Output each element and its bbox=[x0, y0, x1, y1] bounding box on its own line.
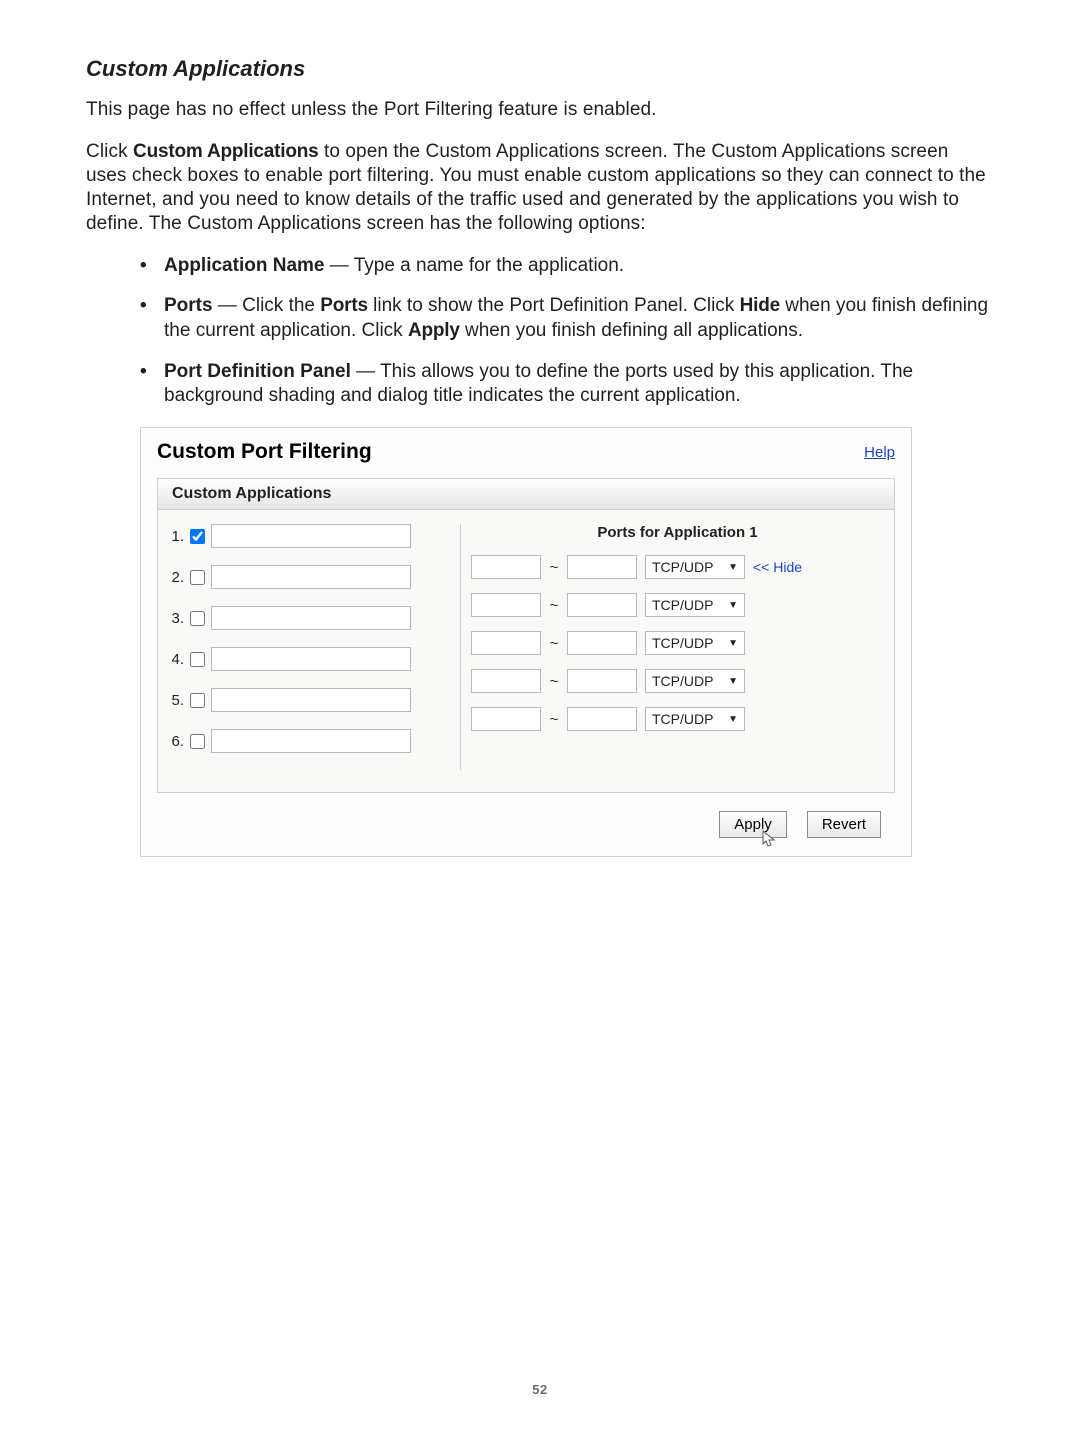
app-checkbox-5[interactable] bbox=[190, 693, 205, 708]
app-num: 1. bbox=[168, 528, 184, 545]
protocol-select-3[interactable]: TCP/UDP ▼ bbox=[645, 631, 745, 655]
intro-paragraph: This page has no effect unless the Port … bbox=[86, 98, 994, 122]
proto-label: TCP/UDP bbox=[652, 597, 713, 613]
help-link[interactable]: Help bbox=[864, 444, 895, 461]
proto-label: TCP/UDP bbox=[652, 559, 713, 575]
b1b: link to show the Port Definition Panel. … bbox=[368, 295, 740, 316]
port-start-1[interactable] bbox=[471, 555, 541, 579]
bullet-bold: Port Definition Panel bbox=[164, 361, 351, 382]
inline-apply: Apply bbox=[408, 320, 460, 341]
protocol-select-1[interactable]: TCP/UDP ▼ bbox=[645, 555, 745, 579]
proto-label: TCP/UDP bbox=[652, 673, 713, 689]
proto-label: TCP/UDP bbox=[652, 711, 713, 727]
panel-header: Custom Port Filtering Help bbox=[157, 440, 895, 464]
chevron-down-icon: ▼ bbox=[728, 638, 738, 649]
panel-title: Custom Port Filtering bbox=[157, 440, 372, 464]
tilde: ~ bbox=[549, 635, 559, 652]
app-row-6: 6. bbox=[168, 729, 448, 753]
app-num: 6. bbox=[168, 733, 184, 750]
app-num: 4. bbox=[168, 651, 184, 668]
app-checkbox-3[interactable] bbox=[190, 611, 205, 626]
protocol-select-4[interactable]: TCP/UDP ▼ bbox=[645, 669, 745, 693]
revert-button[interactable]: Revert bbox=[807, 811, 881, 838]
ports-column: Ports for Application 1 ~ TCP/UDP ▼ << Hi… bbox=[460, 524, 884, 770]
protocol-select-2[interactable]: TCP/UDP ▼ bbox=[645, 593, 745, 617]
bullet-bold: Ports bbox=[164, 295, 213, 316]
bullet-ports: Ports — Click the Ports link to show the… bbox=[140, 294, 994, 343]
app-row-4: 4. bbox=[168, 647, 448, 671]
ports-title: Ports for Application 1 bbox=[471, 524, 884, 541]
apply-button[interactable]: Apply bbox=[719, 811, 787, 838]
chevron-down-icon: ▼ bbox=[728, 600, 738, 611]
p2-bold: Custom Applications bbox=[133, 141, 319, 162]
chevron-down-icon: ▼ bbox=[728, 676, 738, 687]
app-row-3: 3. bbox=[168, 606, 448, 630]
port-start-4[interactable] bbox=[471, 669, 541, 693]
tilde: ~ bbox=[549, 597, 559, 614]
chevron-down-icon: ▼ bbox=[728, 562, 738, 573]
tilde: ~ bbox=[549, 673, 559, 690]
description-paragraph: Click Custom Applications to open the Cu… bbox=[86, 140, 994, 236]
port-row-5: ~ TCP/UDP ▼ bbox=[471, 707, 884, 731]
bullet-rest: — Type a name for the application. bbox=[324, 255, 624, 276]
cursor-icon bbox=[762, 830, 778, 850]
port-start-3[interactable] bbox=[471, 631, 541, 655]
app-checkbox-6[interactable] bbox=[190, 734, 205, 749]
app-num: 3. bbox=[168, 610, 184, 627]
app-name-input-4[interactable] bbox=[211, 647, 411, 671]
port-end-2[interactable] bbox=[567, 593, 637, 617]
protocol-select-5[interactable]: TCP/UDP ▼ bbox=[645, 707, 745, 731]
screenshot-panel: Custom Port Filtering Help Custom Applic… bbox=[140, 427, 912, 857]
page-number: 52 bbox=[0, 1382, 1080, 1397]
app-checkbox-2[interactable] bbox=[190, 570, 205, 585]
bullet-app-name: Application Name — Type a name for the a… bbox=[140, 254, 994, 279]
port-start-5[interactable] bbox=[471, 707, 541, 731]
app-row-2: 2. bbox=[168, 565, 448, 589]
app-name-input-1[interactable] bbox=[211, 524, 411, 548]
port-end-5[interactable] bbox=[567, 707, 637, 731]
hide-link[interactable]: << Hide bbox=[753, 559, 802, 575]
app-row-1: 1. bbox=[168, 524, 448, 548]
action-row: Apply Revert bbox=[157, 811, 895, 838]
inline-ports: Ports bbox=[320, 295, 368, 316]
inline-hide: Hide bbox=[740, 295, 780, 316]
p2-a: Click bbox=[86, 141, 133, 162]
section-heading: Custom Applications bbox=[86, 56, 994, 82]
b1d: when you finish defining all application… bbox=[460, 320, 803, 341]
port-row-4: ~ TCP/UDP ▼ bbox=[471, 669, 884, 693]
port-end-3[interactable] bbox=[567, 631, 637, 655]
app-num: 5. bbox=[168, 692, 184, 709]
proto-label: TCP/UDP bbox=[652, 635, 713, 651]
tilde: ~ bbox=[549, 711, 559, 728]
port-row-1: ~ TCP/UDP ▼ << Hide bbox=[471, 555, 884, 579]
apps-column: 1. 2. 3. 4. bbox=[168, 524, 448, 770]
bullet-port-def-panel: Port Definition Panel — This allows you … bbox=[140, 360, 994, 409]
port-end-4[interactable] bbox=[567, 669, 637, 693]
tilde: ~ bbox=[549, 559, 559, 576]
app-name-input-3[interactable] bbox=[211, 606, 411, 630]
app-name-input-5[interactable] bbox=[211, 688, 411, 712]
port-row-3: ~ TCP/UDP ▼ bbox=[471, 631, 884, 655]
port-row-2: ~ TCP/UDP ▼ bbox=[471, 593, 884, 617]
app-row-5: 5. bbox=[168, 688, 448, 712]
app-num: 2. bbox=[168, 569, 184, 586]
options-list: Application Name — Type a name for the a… bbox=[140, 254, 994, 409]
app-checkbox-1[interactable] bbox=[190, 529, 205, 544]
app-name-input-2[interactable] bbox=[211, 565, 411, 589]
inner-panel: 1. 2. 3. 4. bbox=[157, 510, 895, 793]
chevron-down-icon: ▼ bbox=[728, 714, 738, 725]
app-name-input-6[interactable] bbox=[211, 729, 411, 753]
port-start-2[interactable] bbox=[471, 593, 541, 617]
bullet-bold: Application Name bbox=[164, 255, 324, 276]
b1a: — Click the bbox=[213, 295, 321, 316]
app-checkbox-4[interactable] bbox=[190, 652, 205, 667]
subheader: Custom Applications bbox=[157, 478, 895, 510]
port-end-1[interactable] bbox=[567, 555, 637, 579]
